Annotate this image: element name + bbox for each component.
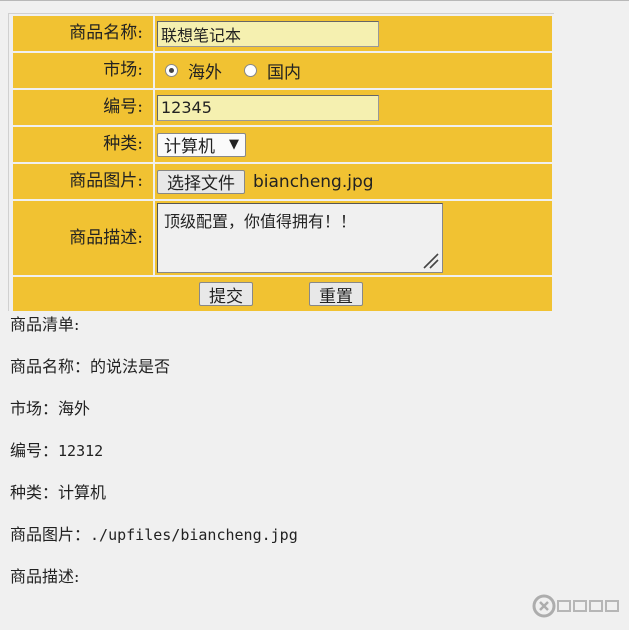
submit-button[interactable]: 提交	[199, 282, 253, 307]
name-cell	[155, 16, 552, 51]
radio-checked-icon[interactable]	[165, 64, 178, 77]
type-cell: 计算机 ▼	[155, 127, 552, 162]
code-label: 编号:	[13, 90, 153, 125]
resize-grip-icon[interactable]	[420, 250, 440, 270]
logo-icon	[532, 594, 556, 618]
code-input[interactable]	[157, 94, 379, 121]
result-title: 商品清单:	[10, 315, 80, 334]
market-cell: 海外 国内	[155, 53, 552, 88]
product-form: 商品名称: 市场: 海外 国内 编号: 种类: 计算机 ▼ 商品图片:	[8, 13, 554, 311]
result-code: 编号：12312	[10, 441, 104, 460]
result-market: 市场：海外	[10, 399, 91, 418]
reset-button[interactable]: 重置	[309, 282, 363, 307]
type-label: 种类:	[13, 127, 153, 162]
type-select[interactable]: 计算机 ▼	[157, 132, 246, 157]
result-name: 商品名称：的说法是否	[10, 357, 171, 376]
market-label: 市场:	[13, 53, 153, 88]
top-border	[0, 0, 629, 1]
name-input[interactable]	[157, 20, 379, 47]
result-desc: 商品描述:	[10, 567, 80, 586]
market-radio-overseas[interactable]: 海外	[157, 58, 222, 83]
watermark-brand-mark	[557, 600, 619, 612]
image-label: 商品图片:	[13, 164, 153, 199]
desc-textarea[interactable]: 顶级配置，你值得拥有！！	[157, 203, 443, 273]
image-cell: 选择文件 biancheng.jpg	[155, 164, 552, 199]
choose-file-button[interactable]: 选择文件	[157, 169, 245, 194]
file-name: biancheng.jpg	[253, 171, 374, 192]
result-list: 商品清单: 商品名称：的说法是否 市场：海外 编号：12312 种类：计算机 商…	[10, 314, 298, 608]
name-label: 商品名称:	[13, 16, 153, 51]
result-type: 种类：计算机	[10, 483, 107, 502]
market-radio-domestic[interactable]: 国内	[236, 58, 301, 83]
radio-unchecked-icon[interactable]	[244, 64, 257, 77]
desc-label: 商品描述:	[13, 201, 153, 275]
result-image: 商品图片：./upfiles/biancheng.jpg	[10, 525, 298, 544]
dropdown-arrow-icon: ▼	[229, 137, 239, 152]
code-cell	[155, 90, 552, 125]
watermark	[532, 594, 620, 618]
desc-cell: 顶级配置，你值得拥有！！	[155, 201, 552, 275]
button-row: 提交 重置	[13, 277, 552, 311]
